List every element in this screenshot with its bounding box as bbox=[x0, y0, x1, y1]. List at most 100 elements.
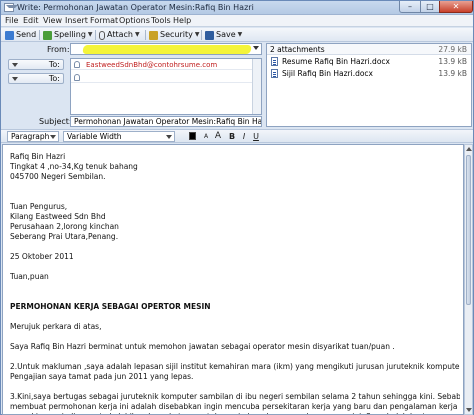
recipient-scrollbar[interactable] bbox=[252, 59, 261, 114]
body-line: membuat permohonan kerja ini adalah dise… bbox=[10, 402, 460, 411]
body-blank-line bbox=[10, 352, 460, 362]
contact-icon bbox=[74, 61, 80, 68]
compose-app-icon bbox=[4, 3, 18, 12]
text-color-picker[interactable] bbox=[189, 132, 196, 140]
message-header: From: To: To: EastweedSdnBhd@contohrsume… bbox=[2, 43, 472, 128]
save-button[interactable]: Save ▼ bbox=[205, 29, 242, 41]
body-scrollbar[interactable] bbox=[464, 144, 473, 415]
scroll-down-icon[interactable] bbox=[466, 408, 472, 412]
send-button[interactable]: Send bbox=[5, 29, 36, 41]
from-field[interactable] bbox=[70, 43, 262, 55]
body-line: PERMOHONAN KERJA SEBAGAI OPERTOR MESIN bbox=[10, 302, 211, 311]
scrollbar-thumb[interactable] bbox=[466, 155, 471, 305]
italic-button[interactable]: I bbox=[239, 131, 249, 142]
attachment-size: 13.9 kB bbox=[438, 57, 467, 66]
recipient-row[interactable] bbox=[71, 73, 261, 83]
body-blank-line bbox=[10, 182, 460, 192]
paragraph-style-select[interactable]: Paragraph bbox=[7, 131, 59, 142]
send-label: Send bbox=[16, 30, 37, 39]
attachments-header[interactable]: 2 attachments 27.9 kB bbox=[267, 44, 471, 55]
recipient-row[interactable]: EastweedSdnBhd@contohrsume.com bbox=[71, 60, 261, 70]
format-toolbar: Paragraph Variable Width A A B I U bbox=[1, 129, 473, 143]
chevron-down-icon bbox=[12, 77, 18, 81]
body-blank-line bbox=[10, 282, 460, 292]
chevron-down-icon bbox=[50, 135, 56, 139]
menu-help[interactable]: Help bbox=[173, 16, 191, 25]
body-line: 045700 Negeri Sembilan. bbox=[10, 172, 106, 181]
underline-button[interactable]: U bbox=[251, 131, 261, 142]
toolbar-separator bbox=[201, 30, 202, 40]
maximize-button[interactable]: □ bbox=[420, 1, 440, 13]
paperclip-icon bbox=[99, 30, 105, 40]
chevron-down-icon: ▼ bbox=[194, 31, 200, 38]
chevron-down-icon: ▼ bbox=[87, 31, 93, 38]
font-smaller-button[interactable]: A bbox=[201, 131, 211, 142]
menu-tools[interactable]: Tools bbox=[151, 16, 171, 25]
body-line: Pengajian saya tamat pada jun 2011 yang … bbox=[10, 372, 194, 381]
title-bar: Write: Permohonan Jawatan Operator Mesin… bbox=[1, 1, 473, 15]
scroll-up-icon[interactable] bbox=[466, 147, 472, 151]
attachments-pane: 2 attachments 27.9 kB Resume Rafiq Bin H… bbox=[266, 43, 472, 127]
recipient-type-select[interactable]: To: bbox=[8, 73, 64, 84]
font-bigger-button[interactable]: A bbox=[213, 131, 223, 142]
attachment-name: Sijil Rafiq Bin Hazri.docx bbox=[282, 69, 373, 78]
menu-bar: File Edit View Insert Format Options Too… bbox=[1, 15, 473, 27]
body-line: Perusahaan 2,lorong kinchan bbox=[10, 222, 119, 231]
lock-icon bbox=[149, 30, 158, 40]
body-line: Saya Rafiq Bin Hazri berminat untuk memo… bbox=[10, 342, 395, 351]
security-button[interactable]: Security ▼ bbox=[149, 29, 199, 41]
menu-options[interactable]: Options bbox=[119, 16, 150, 25]
subject-input[interactable]: Permohonan Jawatan Operator Mesin:Rafiq … bbox=[70, 116, 262, 127]
message-body-editor[interactable]: Rafiq Bin Hazri Tingkat 4 ,no-34,Kg tenuk… bbox=[2, 144, 464, 415]
subject-label: Subject: bbox=[39, 117, 72, 126]
menu-view[interactable]: View bbox=[43, 16, 62, 25]
attachment-item[interactable]: Resume Rafiq Bin Hazri.docx 13.9 kB bbox=[267, 56, 471, 67]
menu-edit[interactable]: Edit bbox=[23, 16, 39, 25]
body-line: 25 Oktober 2011 bbox=[10, 252, 74, 261]
attachment-size: 13.9 kB bbox=[438, 69, 467, 78]
chevron-down-icon bbox=[253, 46, 259, 50]
redacted-sender-highlight bbox=[82, 45, 252, 54]
menu-format[interactable]: Format bbox=[90, 16, 118, 25]
minimize-button[interactable]: – bbox=[399, 1, 421, 13]
recipient-email[interactable]: EastweedSdnBhd@contohrsume.com bbox=[86, 61, 217, 69]
save-label: Save bbox=[216, 30, 236, 39]
spelling-check-icon bbox=[43, 30, 52, 40]
paragraph-style-value: Paragraph bbox=[11, 132, 50, 141]
close-button[interactable]: ✕ bbox=[439, 1, 473, 13]
font-value: Variable Width bbox=[67, 132, 122, 141]
body-blank-line bbox=[10, 382, 460, 392]
chevron-down-icon bbox=[12, 63, 18, 67]
attachment-name: Resume Rafiq Bin Hazri.docx bbox=[282, 57, 390, 66]
compose-window: Write: Permohonan Jawatan Operator Mesin… bbox=[0, 0, 474, 415]
body-line: Tuan,puan bbox=[10, 272, 49, 281]
menu-file[interactable]: File bbox=[5, 16, 18, 25]
body-blank-line bbox=[10, 332, 460, 342]
recipient-type-label: To: bbox=[48, 74, 60, 83]
toolbar-separator bbox=[39, 30, 40, 40]
attach-button[interactable]: Attach ▼ bbox=[99, 29, 140, 41]
chevron-down-icon bbox=[166, 135, 172, 139]
body-line: Tingkat 4 ,no-34,Kg tenuk bahang bbox=[10, 162, 138, 171]
attachment-total-size: 27.9 kB bbox=[438, 45, 467, 54]
spelling-button[interactable]: Spelling ▼ bbox=[43, 29, 93, 41]
attachment-item[interactable]: Sijil Rafiq Bin Hazri.docx 13.9 kB bbox=[267, 68, 471, 79]
font-select[interactable]: Variable Width bbox=[63, 131, 175, 142]
floppy-disk-icon bbox=[205, 30, 214, 40]
toolbar-separator bbox=[145, 30, 146, 40]
attachment-count: 2 attachments bbox=[270, 45, 325, 54]
menu-insert[interactable]: Insert bbox=[65, 16, 88, 25]
compose-toolbar: Send Spelling ▼ Attach ▼ Security ▼ Save… bbox=[1, 28, 473, 42]
message-body-text[interactable]: Rafiq Bin Hazri Tingkat 4 ,no-34,Kg tenuk… bbox=[10, 152, 460, 414]
word-document-icon bbox=[271, 57, 278, 66]
contact-icon bbox=[74, 74, 80, 81]
body-line: Merujuk perkara di atas, bbox=[10, 322, 102, 331]
bold-button[interactable]: B bbox=[227, 131, 237, 142]
body-line: Tuan Pengurus, bbox=[10, 202, 68, 211]
chevron-down-icon: ▼ bbox=[237, 31, 243, 38]
body-blank-line bbox=[10, 242, 460, 252]
recipient-type-select[interactable]: To: bbox=[8, 59, 64, 70]
body-blank-line bbox=[10, 312, 460, 322]
body-blank-line bbox=[10, 292, 460, 302]
from-label: From: bbox=[47, 45, 70, 54]
